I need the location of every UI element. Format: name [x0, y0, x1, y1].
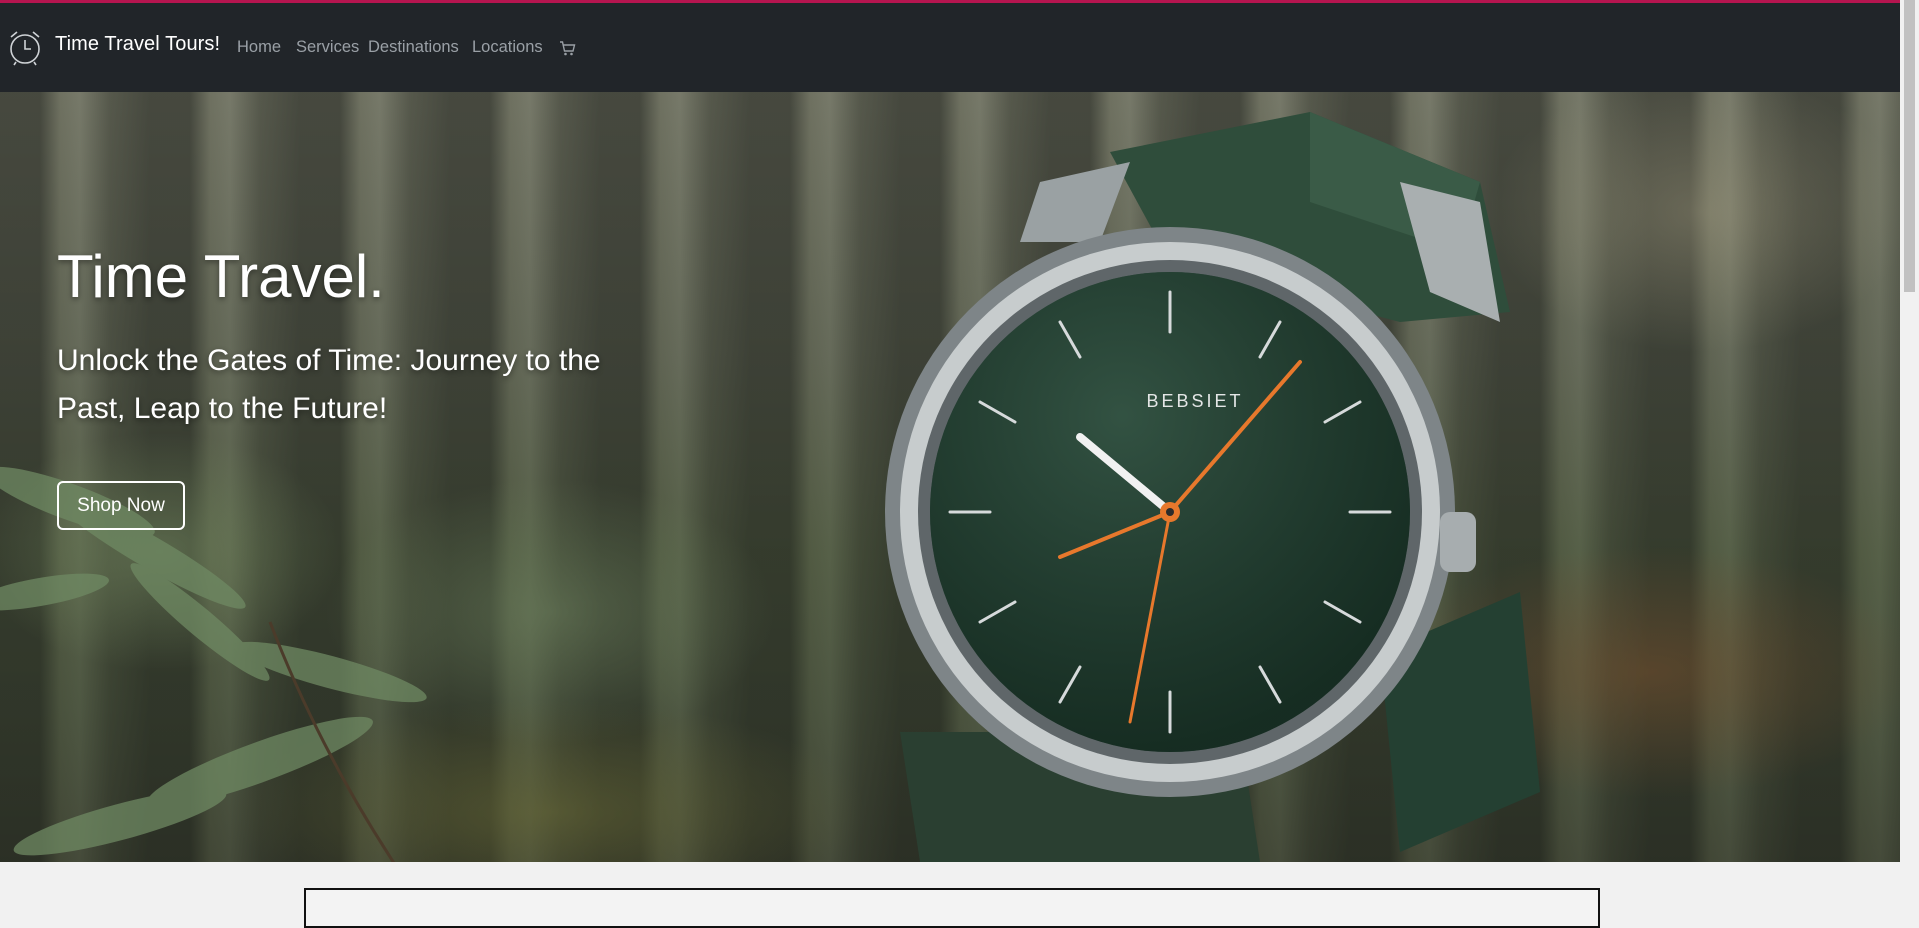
hero-banner: BEBSIET Time Travel. Unlock the Gates of… [0, 92, 1900, 862]
hero-subtitle: Unlock the Gates of Time: Journey to the… [57, 344, 601, 425]
brand-name[interactable]: Time Travel Tours! [55, 33, 220, 56]
alarm-clock-icon[interactable] [7, 27, 43, 67]
hero-title: Time Travel. [57, 243, 385, 310]
navbar: Time Travel Tours! Home Services Destina… [0, 3, 1900, 92]
content-section-box [304, 888, 1600, 928]
scrollbar-thumb[interactable] [1904, 0, 1915, 292]
nav-link-services[interactable]: Services [296, 38, 359, 57]
cart-icon[interactable] [559, 40, 576, 57]
shop-now-button[interactable]: Shop Now [57, 481, 185, 530]
watch-brand-text: BEBSIET [1146, 391, 1243, 411]
watch-image: BEBSIET [885, 112, 1540, 862]
nav-link-locations[interactable]: Locations [472, 38, 543, 57]
nav-link-home[interactable]: Home [237, 38, 281, 57]
nav-link-destinations[interactable]: Destinations [368, 38, 459, 57]
